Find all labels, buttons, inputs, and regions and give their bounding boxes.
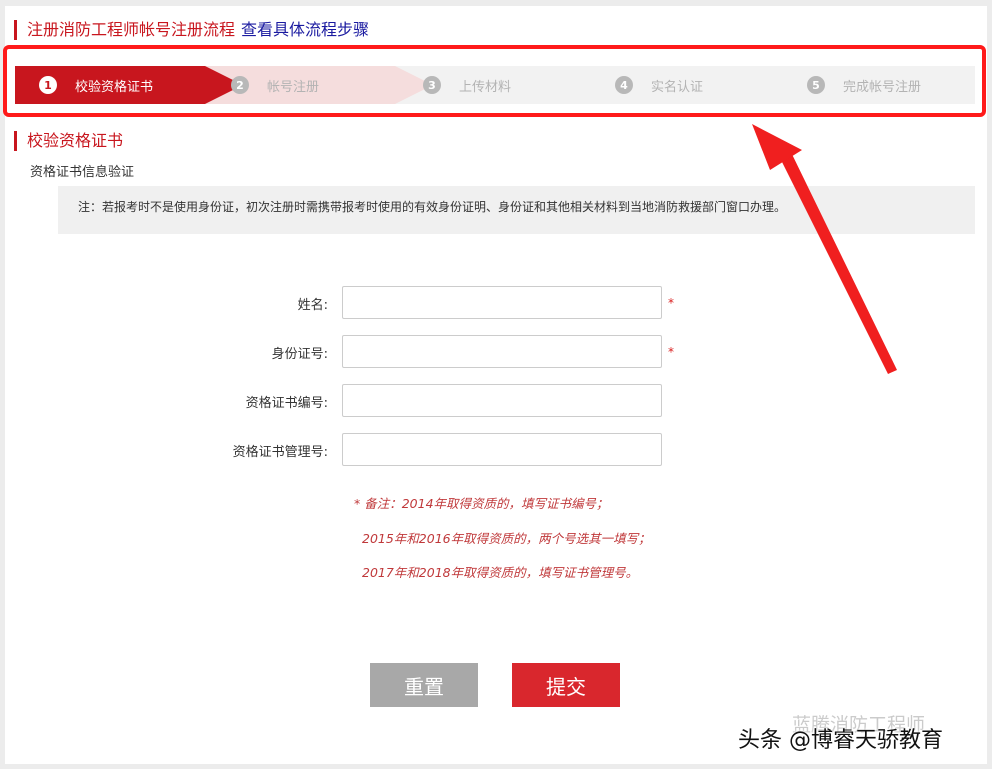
red-arrow-icon [752,124,897,374]
toutiao-watermark: 头条 @博睿天骄教育 [738,728,943,753]
